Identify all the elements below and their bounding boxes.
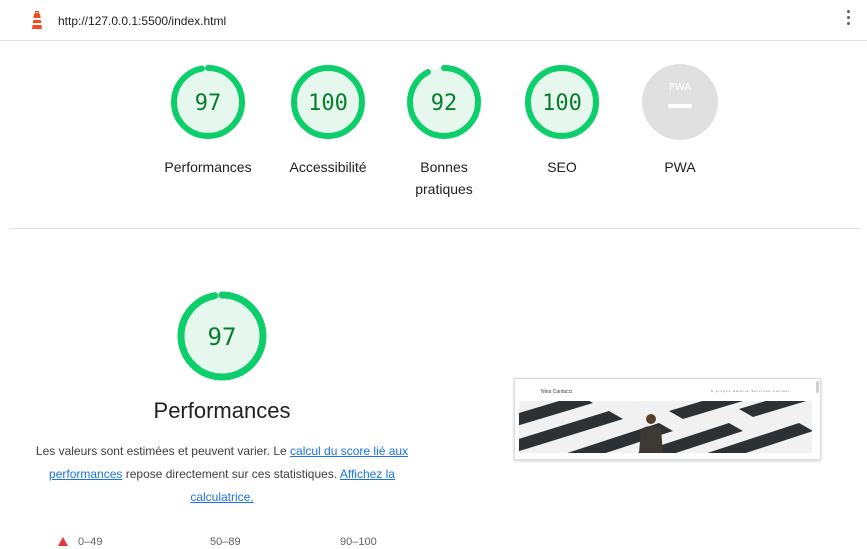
gauge-best-practices-label-line1: Bonnes — [420, 159, 468, 175]
gauge-seo-label: SEO — [547, 159, 577, 175]
gauge-pwa-label: PWA — [664, 159, 696, 175]
screenshot-site-name: Nina Carducci — [541, 389, 573, 395]
desc-part1: Les valeurs sont estimées et peuvent var… — [35, 444, 291, 458]
performance-title: Performances — [153, 398, 291, 423]
page-screenshot-thumbnail[interactable]: Nina Carducci À propos Galerie Services … — [514, 378, 821, 460]
desc-part2: repose directement sur ces statistiques. — [122, 467, 340, 481]
gauge-best-practices-label: Bonnes pratiques — [384, 156, 504, 200]
gauge-seo[interactable]: 100 SEO — [502, 62, 622, 178]
gauge-performance-ring: 97 — [171, 65, 245, 139]
screenshot-hero-image — [519, 401, 812, 453]
gauge-performance[interactable]: 97 Performances — [148, 62, 268, 178]
legend-pass: 90–100 — [340, 536, 377, 548]
gauge-seo-score: 100 — [542, 91, 582, 116]
pwa-badge-dash — [668, 104, 692, 108]
pwa-badge-icon: PWA — [642, 64, 718, 140]
gauge-accessibility[interactable]: 100 Accessibilité — [268, 62, 388, 178]
gauge-seo-ring: 100 — [525, 65, 599, 139]
category-gauges: 97 Performances 100 Accessibilité 92 Bon… — [0, 62, 867, 222]
top-bar: http://127.0.0.1:5500/index.html — [0, 0, 867, 41]
gauge-accessibility-label: Accessibilité — [289, 159, 367, 175]
performance-main-gauge: 97 — [177, 291, 267, 381]
screenshot-nav: À propos Galerie Services Contact — [710, 389, 790, 393]
gauge-performance-label: Performances — [164, 159, 252, 175]
pwa-badge-bg — [642, 64, 718, 140]
gauge-pwa[interactable]: PWA PWA — [620, 62, 740, 178]
legend-pass-range: 90–100 — [340, 536, 377, 548]
lighthouse-logo-icon — [32, 11, 42, 29]
gauge-accessibility-ring: 100 — [291, 65, 365, 139]
legend-average: 50–89 — [210, 536, 241, 548]
legend-fail-range: 0–49 — [78, 536, 103, 548]
section-divider — [10, 228, 860, 229]
gauge-performance-score: 97 — [195, 91, 222, 116]
more-options-icon[interactable] — [845, 10, 851, 30]
pwa-badge-text: PWA — [669, 82, 691, 93]
screenshot-scrollbar — [816, 381, 819, 393]
gauge-accessibility-score: 100 — [308, 91, 348, 116]
legend-fail: 0–49 — [58, 536, 102, 548]
performance-main-score: 97 — [208, 323, 237, 351]
legend-average-range: 50–89 — [210, 536, 241, 548]
performance-description: Les valeurs sont estimées et peuvent var… — [30, 440, 414, 509]
hero-stripes-image — [519, 401, 812, 453]
screenshot-header: Nina Carducci À propos Galerie Services … — [515, 379, 820, 399]
gauge-best-practices-score: 92 — [431, 91, 458, 116]
fail-triangle-icon — [58, 537, 68, 546]
gauge-best-practices[interactable]: 92 Bonnes pratiques — [384, 62, 504, 200]
gauge-best-practices-ring: 92 — [407, 65, 481, 139]
page-url: http://127.0.0.1:5500/index.html — [58, 14, 227, 28]
gauge-best-practices-label-line2: pratiques — [415, 181, 473, 197]
